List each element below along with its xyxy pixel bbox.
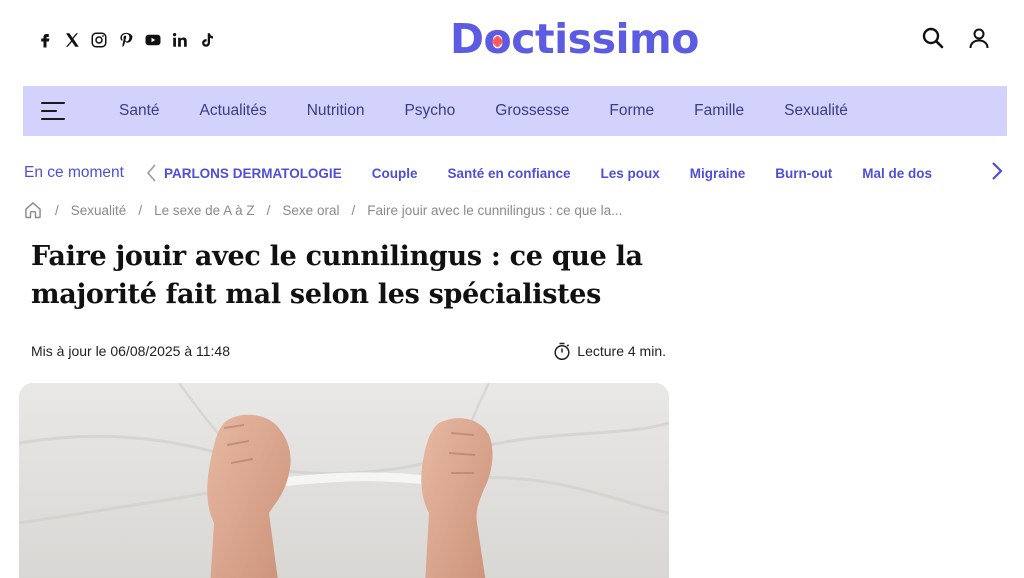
trending-item[interactable]: Les poux: [601, 166, 660, 181]
trending-item[interactable]: Santé en confiance: [447, 166, 570, 181]
read-time: Lecture 4 min.: [553, 341, 666, 361]
trending-item[interactable]: PARLONS DERMATOLOGIE: [164, 166, 342, 181]
facebook-icon[interactable]: [36, 28, 54, 52]
breadcrumb-item[interactable]: Le sexe de A à Z: [154, 203, 255, 218]
nav-item-grossesse[interactable]: Grossesse: [495, 102, 569, 120]
header-actions: [920, 24, 992, 52]
stopwatch-icon: [554, 342, 570, 361]
logo-o-mark: o: [484, 15, 512, 63]
nav-item-forme[interactable]: Forme: [609, 102, 654, 120]
user-icon[interactable]: [966, 24, 992, 52]
linkedin-icon[interactable]: [171, 28, 189, 52]
nav-item-famille[interactable]: Famille: [694, 102, 744, 120]
pinterest-icon[interactable]: [117, 28, 135, 52]
logo-text-rest: ctissimo: [511, 15, 699, 63]
nav-item-psycho[interactable]: Psycho: [404, 102, 455, 120]
nav-item-nutrition[interactable]: Nutrition: [307, 102, 365, 120]
trending-bar: En ce moment PARLONS DERMATOLOGIE Couple…: [24, 158, 1014, 188]
breadcrumb-separator: /: [351, 202, 356, 218]
social-links: [36, 28, 216, 52]
article-title: Faire jouir avec le cunnilingus : ce que…: [31, 241, 643, 310]
menu-icon[interactable]: [41, 102, 65, 120]
chevron-left-icon[interactable]: [144, 163, 158, 183]
nav-item-actualites[interactable]: Actualités: [200, 102, 267, 120]
site-header: Doctissimo: [0, 0, 1024, 84]
x-icon[interactable]: [63, 28, 81, 52]
main-nav: Santé Actualités Nutrition Psycho Grosse…: [23, 86, 1007, 136]
hero-illustration: [19, 383, 669, 578]
breadcrumb-separator: /: [138, 202, 143, 218]
chevron-right-icon[interactable]: [990, 160, 1004, 182]
breadcrumb: / Sexualité / Le sexe de A à Z / Sexe or…: [23, 199, 622, 221]
breadcrumb-item[interactable]: Sexe oral: [282, 203, 339, 218]
breadcrumb-current: Faire jouir avec le cunnilingus : ce que…: [367, 202, 623, 218]
hero-image: [19, 383, 669, 578]
trending-item[interactable]: Couple: [372, 166, 418, 181]
trending-item[interactable]: Migraine: [690, 166, 746, 181]
nav-item-sante[interactable]: Santé: [119, 102, 160, 120]
breadcrumb-separator: /: [55, 202, 59, 218]
read-time-label: Lecture 4 min.: [577, 343, 666, 359]
article-meta: Mis à jour le 06/08/2025 à 11:48 Lecture…: [31, 340, 666, 362]
trending-label: En ce moment: [24, 164, 124, 181]
nav-item-sexualite[interactable]: Sexualité: [784, 102, 848, 120]
trending-item[interactable]: Mal de dos: [862, 166, 932, 181]
youtube-icon[interactable]: [144, 28, 162, 52]
breadcrumb-item[interactable]: Sexualité: [71, 203, 127, 218]
breadcrumb-separator: /: [266, 202, 271, 218]
instagram-icon[interactable]: [90, 28, 108, 52]
update-date: Mis à jour le 06/08/2025 à 11:48: [31, 343, 230, 359]
site-logo[interactable]: Doctissimo: [450, 14, 699, 64]
search-icon[interactable]: [920, 24, 946, 52]
trending-item[interactable]: Burn-out: [775, 166, 832, 181]
tiktok-icon[interactable]: [198, 28, 216, 52]
logo-letter-d: D: [450, 15, 484, 63]
home-icon[interactable]: [23, 200, 43, 220]
